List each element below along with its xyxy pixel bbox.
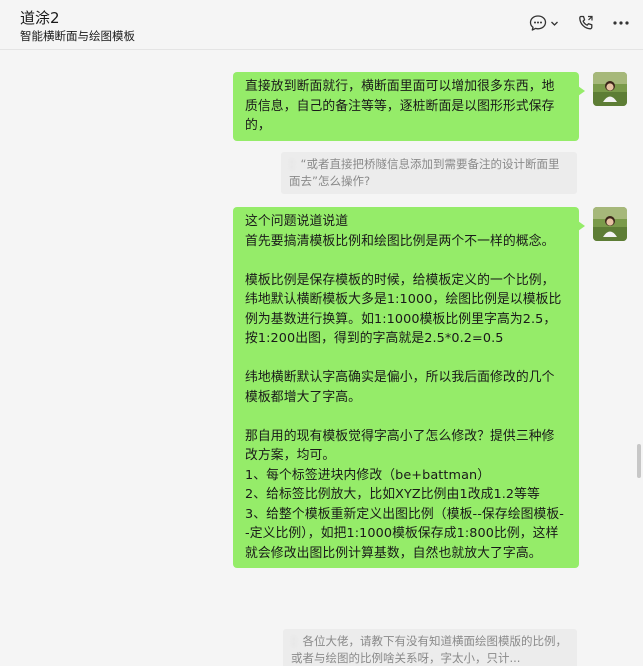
chat-bubble-icon [529, 14, 547, 32]
message-bubble[interactable]: 这个问题说道说道 首先要搞清模板比例和绘图比例是两个不一样的概念。 模板比例是保… [233, 207, 585, 568]
avatar[interactable] [593, 72, 627, 106]
quoted-message[interactable]: ：“或者直接把桥隧信息添加到需要备注的设计断面里面去”怎么操作? [281, 152, 577, 194]
message-line: 首先要搞清模板比例和绘图比例是两个不一样的概念。 [245, 233, 555, 249]
call-button[interactable] [575, 12, 597, 34]
chat-subtitle: 智能横断面与绘图模板 [20, 29, 135, 43]
avatar[interactable] [593, 207, 627, 241]
chat-info-button[interactable] [527, 12, 561, 34]
message-line: 1、每个标签进块内修改（be+battman） [245, 467, 491, 483]
message-bubble[interactable]: 直接放到断面就行，横断面里面可以增加很多东西，地质信息，自己的备注等等，逐桩断面… [233, 72, 585, 141]
quoted-message[interactable]: ：各位大佬，请教下有没有知道横面绘图模版的比例，或者与绘图的比例啥关系呀，字太小… [283, 629, 577, 666]
message-line: 2、给标签比例放大，比如XYZ比例由1改成1.2等等 [245, 487, 540, 502]
message-line [245, 251, 567, 271]
quoted-text: 各位大佬，请教下有没有知道横面绘图模版的比例，或者与绘图的比例啥关系呀，字太小，… [291, 634, 567, 665]
more-icon [612, 20, 630, 26]
message-text: 直接放到断面就行，横断面里面可以增加很多东西，地质信息，自己的备注等等，逐桩断面… [245, 79, 555, 133]
message-line: 纬地横断默认字高确实是偏小，所以我后面修改的几个模板都增大了字高。 [245, 370, 555, 405]
phone-icon [577, 14, 595, 32]
chevron-down-icon [550, 19, 559, 28]
message-line: 这个问题说道说道 [245, 214, 349, 229]
chat-header: 道涂2 智能横断面与绘图模板 [0, 0, 643, 50]
scrollbar-thumb[interactable] [637, 444, 641, 478]
message-line: 3、给整个模板重新定义出图比例（模板--保存绘图模板--定义比例），如把1:10… [245, 506, 565, 561]
more-button[interactable] [610, 12, 632, 34]
message-line [245, 349, 567, 369]
quoted-sender-name: ： [291, 634, 303, 648]
chat-title[interactable]: 道涂2 [20, 7, 60, 28]
message-list[interactable]: 直接放到断面就行，横断面里面可以增加很多东西，地质信息，自己的备注等等，逐桩断面… [0, 51, 643, 666]
message-line: 那自用的现有模板觉得字高小了怎么修改？提供三种修改方案，均可。 [245, 428, 555, 464]
quoted-text: “或者直接把桥隧信息添加到需要备注的设计断面里面去”怎么操作? [289, 157, 560, 188]
message-line: 模板比例是保存模板的时候，给模板定义的一个比例，纬地默认横断模板大多是1:100… [245, 272, 562, 347]
message-line [245, 407, 567, 427]
quoted-sender-name: ： [289, 157, 301, 171]
